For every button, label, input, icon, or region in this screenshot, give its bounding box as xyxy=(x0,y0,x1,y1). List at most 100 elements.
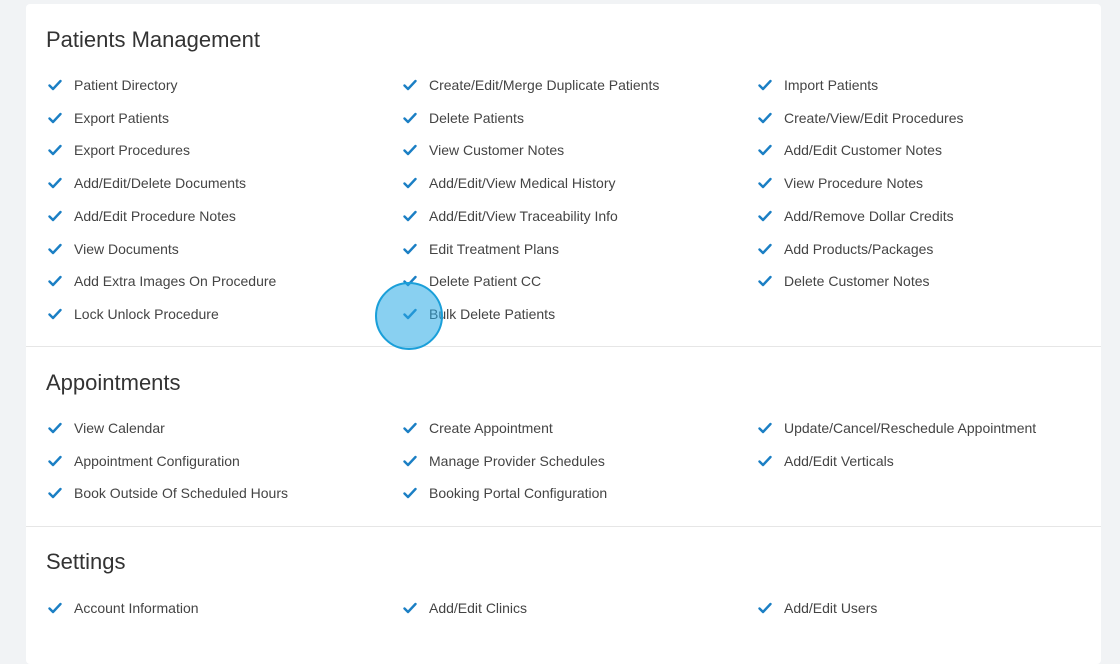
permission-checkbox-item[interactable]: Manage Provider Schedules xyxy=(401,451,605,471)
permission-label: Add/Edit/View Traceability Info xyxy=(429,207,618,224)
section-title: Settings xyxy=(46,549,126,574)
permission-checkbox-item[interactable]: Add/Edit Users xyxy=(756,598,877,618)
permission-label: Add/Edit/Delete Documents xyxy=(74,175,246,192)
permission-checkbox-item[interactable]: Export Patients xyxy=(46,108,169,128)
permission-checkbox-item[interactable]: Book Outside Of Scheduled Hours xyxy=(46,483,288,503)
checkbox-checked-icon[interactable] xyxy=(401,76,419,94)
permission-label: View Documents xyxy=(74,240,179,257)
permission-checkbox-item[interactable]: Delete Customer Notes xyxy=(756,271,930,291)
permission-label: Update/Cancel/Reschedule Appointment xyxy=(784,420,1037,436)
checkbox-checked-icon[interactable] xyxy=(401,419,419,437)
permission-checkbox-item[interactable]: Create Appointment xyxy=(401,418,553,438)
permission-checkbox-item[interactable]: View Documents xyxy=(46,239,179,259)
permission-label: Booking Portal Configuration xyxy=(429,485,608,502)
checkbox-checked-icon[interactable] xyxy=(46,419,64,437)
permission-checkbox-item[interactable]: Account Information xyxy=(46,598,199,618)
permission-checkbox-item[interactable]: View Customer Notes xyxy=(401,140,564,160)
permission-label: Export Patients xyxy=(74,109,169,126)
permission-label: Account Information xyxy=(74,600,199,616)
section-divider xyxy=(26,346,1101,347)
permission-checkbox-item[interactable]: Import Patients xyxy=(756,75,878,95)
checkbox-checked-icon[interactable] xyxy=(401,305,419,323)
checkbox-checked-icon[interactable] xyxy=(401,141,419,159)
section-divider xyxy=(26,526,1101,527)
permission-label: Delete Customer Notes xyxy=(784,273,930,290)
checkbox-checked-icon[interactable] xyxy=(46,305,64,323)
permission-checkbox-item[interactable]: Lock Unlock Procedure xyxy=(46,304,219,324)
checkbox-checked-icon[interactable] xyxy=(46,240,64,258)
permission-label: Delete Patient CC xyxy=(429,273,542,290)
checkbox-checked-icon[interactable] xyxy=(46,76,64,94)
permission-label: Manage Provider Schedules xyxy=(429,452,605,469)
checkbox-checked-icon[interactable] xyxy=(46,484,64,502)
checkbox-checked-icon[interactable] xyxy=(756,76,774,94)
permissions-card: Patients Management Patient Directory Cre… xyxy=(26,4,1101,664)
permission-checkbox-item[interactable]: Add/Remove Dollar Credits xyxy=(756,206,954,226)
checkbox-checked-icon[interactable] xyxy=(401,272,419,290)
permission-checkbox-item[interactable]: Add/Edit/View Medical History xyxy=(401,173,615,193)
checkbox-checked-icon[interactable] xyxy=(46,452,64,470)
permission-checkbox-item[interactable]: Create/View/Edit Procedures xyxy=(756,108,964,128)
checkbox-checked-icon[interactable] xyxy=(756,240,774,258)
checkbox-checked-icon[interactable] xyxy=(756,109,774,127)
permission-label: Patient Directory xyxy=(74,77,178,93)
permission-label: Delete Patients xyxy=(429,109,524,126)
permission-checkbox-item[interactable]: Patient Directory xyxy=(46,75,177,95)
permission-checkbox-item[interactable]: Add/Edit/View Traceability Info xyxy=(401,206,618,226)
permission-label: Add Extra Images On Procedure xyxy=(74,273,277,290)
checkbox-checked-icon[interactable] xyxy=(46,174,64,192)
checkbox-checked-icon[interactable] xyxy=(401,484,419,502)
permission-label: Create/View/Edit Procedures xyxy=(784,109,964,126)
checkbox-checked-icon[interactable] xyxy=(756,419,774,437)
permission-checkbox-item[interactable]: Create/Edit/Merge Duplicate Patients xyxy=(401,75,659,95)
permission-checkbox-item[interactable]: Add/Edit Clinics xyxy=(401,598,527,618)
checkbox-checked-icon[interactable] xyxy=(401,240,419,258)
checkbox-checked-icon[interactable] xyxy=(401,452,419,470)
permission-label: Add/Remove Dollar Credits xyxy=(784,207,954,224)
permission-label: Add/Edit/View Medical History xyxy=(429,175,616,192)
permission-label: Lock Unlock Procedure xyxy=(74,305,219,322)
permission-checkbox-item[interactable]: View Procedure Notes xyxy=(756,173,923,193)
checkbox-checked-icon[interactable] xyxy=(46,109,64,127)
permission-checkbox-item[interactable]: Booking Portal Configuration xyxy=(401,483,607,503)
permission-checkbox-item[interactable]: Add/Edit Procedure Notes xyxy=(46,206,236,226)
checkbox-checked-icon[interactable] xyxy=(401,599,419,617)
permission-checkbox-item[interactable]: Edit Treatment Plans xyxy=(401,239,559,259)
permission-label: Create Appointment xyxy=(429,420,553,436)
checkbox-checked-icon[interactable] xyxy=(401,109,419,127)
permission-checkbox-item[interactable]: Add Extra Images On Procedure xyxy=(46,271,276,291)
checkbox-checked-icon[interactable] xyxy=(46,599,64,617)
checkbox-checked-icon[interactable] xyxy=(401,207,419,225)
permission-checkbox-item[interactable]: Add/Edit Verticals xyxy=(756,451,894,471)
permission-label: Add/Edit Verticals xyxy=(784,452,894,469)
checkbox-checked-icon[interactable] xyxy=(756,174,774,192)
checkbox-checked-icon[interactable] xyxy=(46,141,64,159)
permission-checkbox-item[interactable]: Bulk Delete Patients xyxy=(401,304,555,324)
permission-label: Edit Treatment Plans xyxy=(429,240,559,257)
permission-checkbox-item[interactable]: Delete Patients xyxy=(401,108,524,128)
checkbox-checked-icon[interactable] xyxy=(756,452,774,470)
permission-checkbox-item[interactable]: View Calendar xyxy=(46,418,165,438)
checkbox-checked-icon[interactable] xyxy=(401,174,419,192)
permission-checkbox-item[interactable]: Add/Edit Customer Notes xyxy=(756,140,942,160)
checkbox-checked-icon[interactable] xyxy=(756,272,774,290)
checkbox-checked-icon[interactable] xyxy=(46,272,64,290)
permission-label: Book Outside Of Scheduled Hours xyxy=(74,485,289,502)
permission-checkbox-item[interactable]: Add Products/Packages xyxy=(756,239,933,259)
checkbox-checked-icon[interactable] xyxy=(756,207,774,225)
checkbox-checked-icon[interactable] xyxy=(756,599,774,617)
permission-label: Add/Edit Customer Notes xyxy=(784,142,942,159)
permission-label: Add/Edit Clinics xyxy=(429,600,528,616)
permission-checkbox-item[interactable]: Delete Patient CC xyxy=(401,271,541,291)
checkbox-checked-icon[interactable] xyxy=(756,141,774,159)
permission-label: View Procedure Notes xyxy=(784,175,924,192)
permission-checkbox-item[interactable]: Export Procedures xyxy=(46,140,190,160)
permission-label: Bulk Delete Patients xyxy=(429,305,556,322)
permission-checkbox-item[interactable]: Add/Edit/Delete Documents xyxy=(46,173,246,193)
permission-checkbox-item[interactable]: Update/Cancel/Reschedule Appointment xyxy=(756,418,1036,438)
permission-label: View Calendar xyxy=(74,420,165,436)
permission-label: Add/Edit Users xyxy=(784,600,878,616)
permission-checkbox-item[interactable]: Appointment Configuration xyxy=(46,451,240,471)
section-title: Appointments xyxy=(46,370,181,395)
checkbox-checked-icon[interactable] xyxy=(46,207,64,225)
